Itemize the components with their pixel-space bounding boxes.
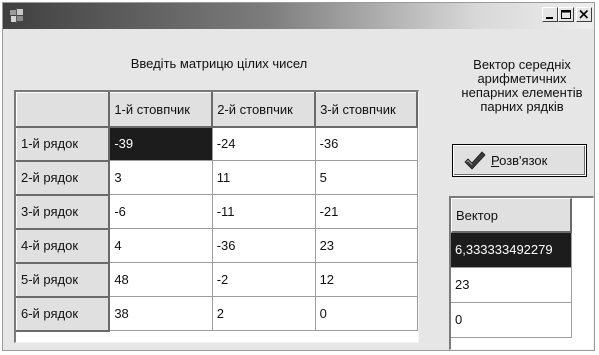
matrix-cell[interactable]: -36 (212, 228, 316, 263)
table-row: 5-й рядок 48 -2 12 (16, 262, 418, 298)
table-row: 1-й рядок -39 -24 -36 (16, 126, 418, 162)
column-header: 1-й стовпчик (108, 92, 214, 128)
table-row: 2-й рядок 3 11 5 (16, 160, 418, 196)
matrix-cell[interactable]: -39 (109, 126, 213, 161)
row-header: 5-й рядок (16, 262, 111, 298)
matrix-cell[interactable]: 2 (212, 296, 316, 331)
checkmark-icon (464, 151, 486, 171)
minimize-button[interactable] (542, 7, 558, 22)
matrix-cell[interactable]: 4 (109, 228, 213, 263)
table-row: 6-й рядок 38 2 0 (16, 296, 418, 332)
matrix-caption: Введіть матрицю цілих чисел (130, 56, 308, 71)
matrix-cell[interactable]: -24 (212, 126, 316, 161)
maximize-button[interactable] (558, 7, 574, 22)
close-icon (579, 9, 589, 19)
table-row: 3-й рядок -6 -11 -21 (16, 194, 418, 230)
row-header: 3-й рядок (16, 194, 111, 230)
solve-button[interactable]: Розв'язок (452, 144, 587, 177)
matrix-cell[interactable]: 3 (109, 160, 213, 195)
matrix-table: 1-й стовпчик 2-й стовпчик 3-й стовпчик 1… (16, 92, 418, 332)
close-button[interactable] (576, 7, 592, 22)
vector-caption-line: арифметичних (477, 71, 567, 86)
matrix-cell[interactable]: 11 (212, 160, 316, 195)
vector-caption-line: непарних елементів (461, 85, 583, 100)
header-row: 1-й стовпчик 2-й стовпчик 3-й стовпчик (16, 92, 418, 128)
vector-caption: Вектор середніх арифметичних непарних ел… (446, 58, 598, 114)
vector-column: Вектор 6,333333492279 23 0 (451, 198, 572, 338)
solve-button-label: Розв'язок (491, 153, 547, 168)
row-header: 6-й рядок (16, 296, 111, 332)
matrix-cell[interactable]: -21 (315, 194, 418, 229)
matrix-cell[interactable]: 5 (315, 160, 418, 195)
solve-label-rest: озв'язок (499, 153, 548, 168)
app-icon[interactable] (9, 8, 25, 23)
row-header: 4-й рядок (16, 228, 111, 264)
matrix-cell[interactable]: 38 (109, 296, 213, 331)
title-bar[interactable] (3, 3, 594, 29)
vector-header: Вектор (451, 198, 572, 233)
main-window: Введіть матрицю цілих чисел 1-й стовпчик… (2, 2, 595, 351)
matrix-cell[interactable]: -36 (315, 126, 418, 161)
vector-caption-line: Вектор середніх (473, 57, 571, 72)
vector-cell[interactable]: 23 (451, 268, 572, 303)
maximize-icon (561, 10, 571, 19)
minimize-icon (546, 17, 553, 19)
table-row: 4-й рядок 4 -36 23 (16, 228, 418, 264)
solve-access-key: Р (491, 153, 500, 168)
vector-grid[interactable]: Вектор 6,333333492279 23 0 (449, 196, 594, 350)
matrix-cell[interactable]: -11 (212, 194, 316, 229)
vector-caption-line: парних рядків (480, 99, 564, 114)
row-header: 2-й рядок (16, 160, 111, 196)
vector-cell[interactable]: 6,333333492279 (451, 233, 572, 268)
matrix-cell[interactable]: -6 (109, 194, 213, 229)
matrix-cell[interactable]: -2 (212, 262, 316, 297)
vector-cell[interactable]: 0 (451, 303, 572, 338)
matrix-cell[interactable]: 23 (315, 228, 418, 263)
matrix-cell[interactable]: 0 (315, 296, 418, 331)
matrix-cell[interactable]: 48 (109, 262, 213, 297)
column-header: 2-й стовпчик (211, 92, 317, 128)
matrix-grid[interactable]: 1-й стовпчик 2-й стовпчик 3-й стовпчик 1… (14, 90, 419, 343)
corner-cell (16, 92, 111, 128)
matrix-cell[interactable]: 12 (315, 262, 418, 297)
row-header: 1-й рядок (16, 126, 111, 162)
column-header: 3-й стовпчик (314, 92, 418, 128)
